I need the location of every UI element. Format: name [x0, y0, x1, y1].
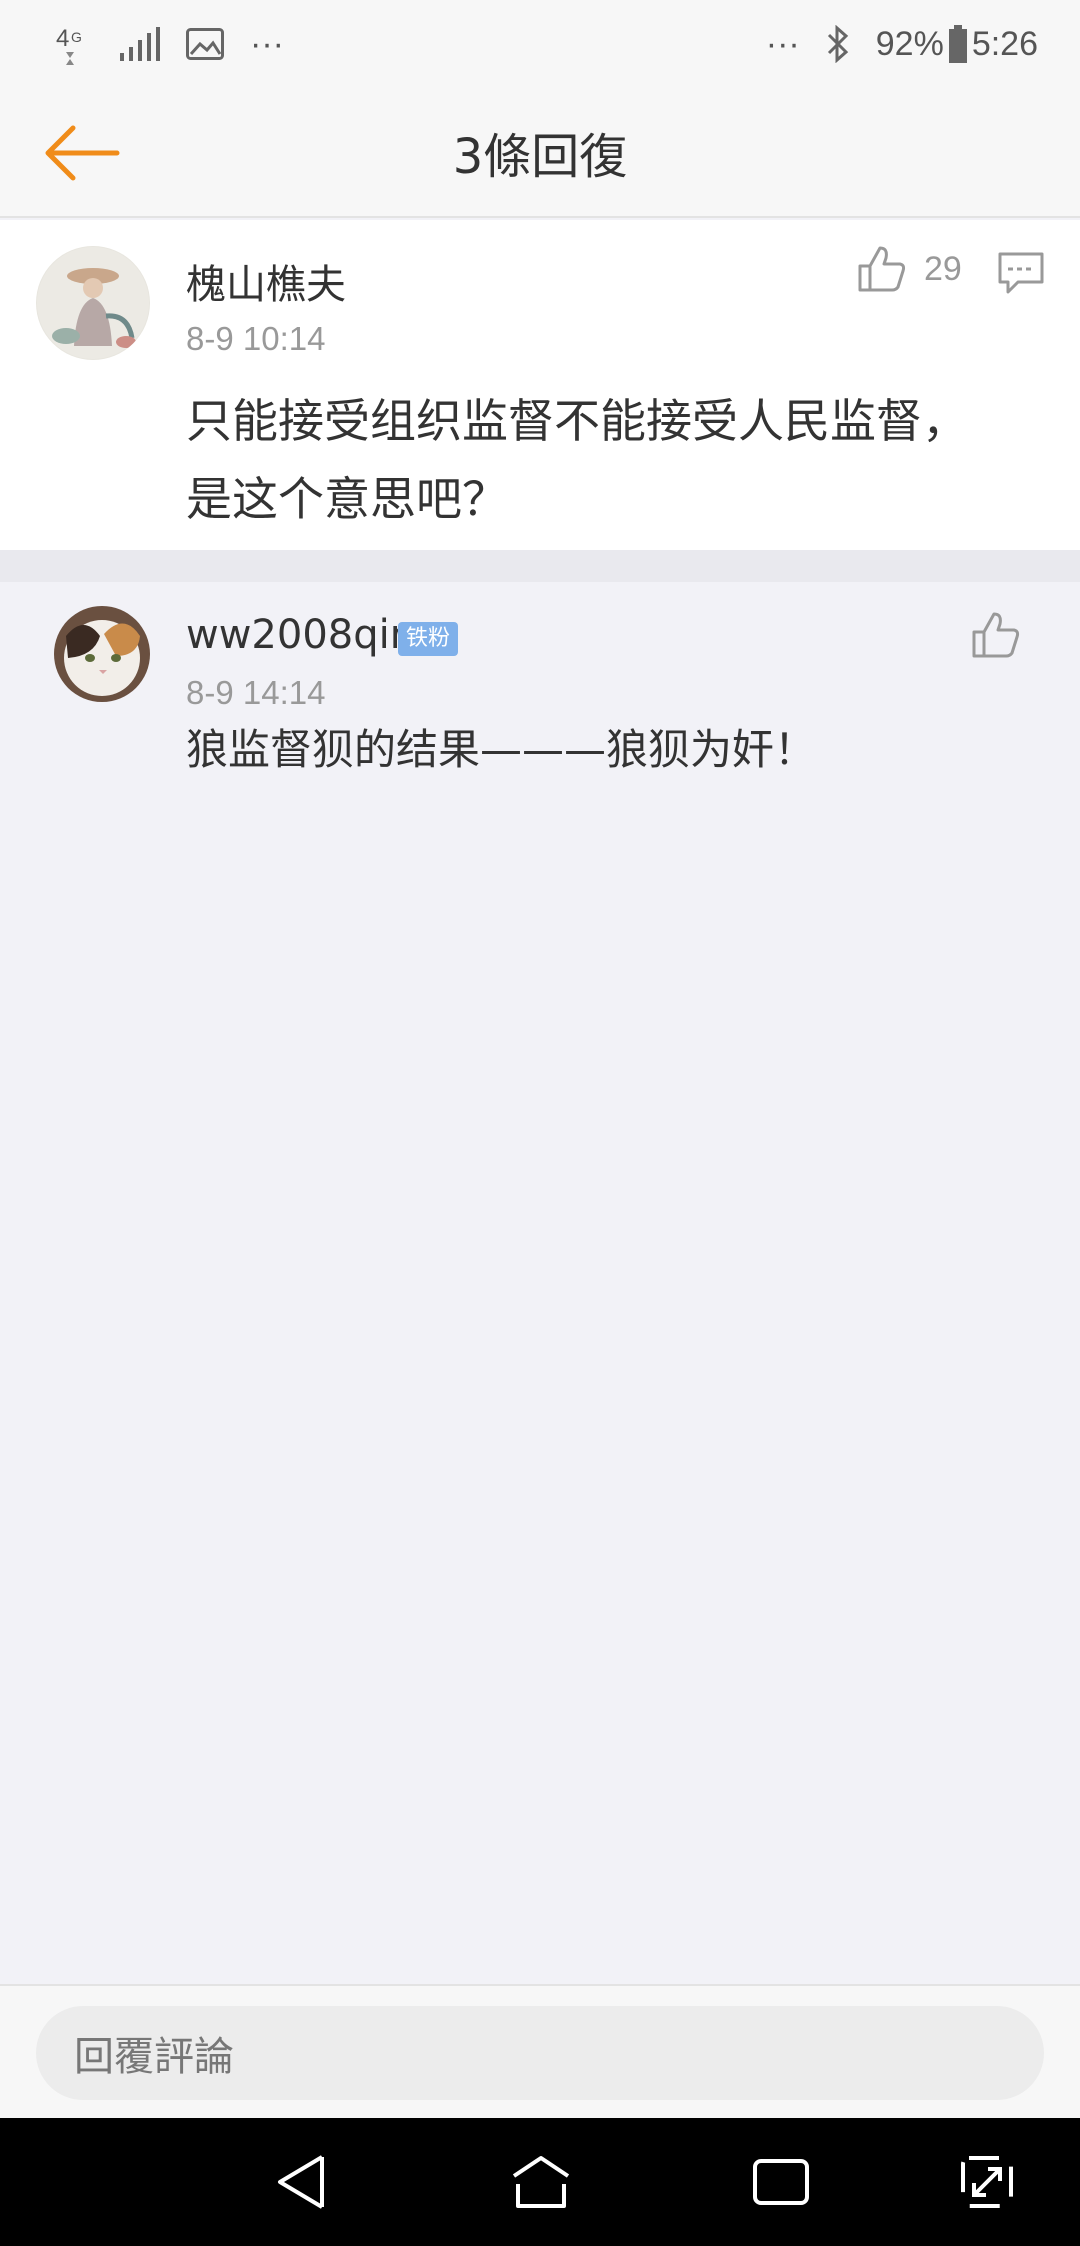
thumbs-up-icon [972, 612, 1020, 658]
more-right-indicator: ··· [765, 24, 800, 63]
svg-text:G: G [71, 29, 82, 45]
timestamp: 8-9 14:14 [186, 674, 326, 711]
bluetooth-icon [826, 25, 850, 63]
reply-button[interactable] [998, 252, 1044, 298]
section-divider [0, 550, 1080, 582]
expand-arrows-icon [961, 2156, 1013, 2208]
username[interactable]: ww2008qin [186, 612, 415, 658]
status-bar: 4 G ··· ··· 92% 5:26 [0, 0, 1080, 88]
thumbs-up-icon [858, 246, 906, 292]
system-nav-bar [0, 2118, 1080, 2246]
like-count: 29 [924, 249, 962, 288]
like-button[interactable]: 29 [858, 246, 962, 292]
comment-content: 只能接受组织监督不能接受人民监督， 是这个意思吧？ [186, 382, 1036, 538]
page-title: 3條回復 [452, 129, 628, 185]
comment-bubble-icon [998, 252, 1044, 294]
reply-item: ww2008qin 铁粉 8-9 14:14 狼监督狈的结果———狼狈为奸！ [0, 582, 1080, 817]
network-4g-icon: 4 G [56, 22, 94, 66]
home-icon [512, 2156, 570, 2208]
nav-back-button[interactable] [266, 2150, 336, 2214]
image-icon [186, 28, 224, 60]
signal-icon [120, 27, 160, 61]
timestamp: 8-9 10:14 [186, 320, 326, 357]
reply-bar: 回覆評論 [0, 1984, 1080, 2118]
page-header: 3條回復 [0, 88, 1080, 218]
avatar[interactable] [36, 246, 150, 360]
more-left-indicator: ··· [250, 24, 284, 63]
comment-line-2: 是这个意思吧？ [186, 472, 508, 526]
recents-icon [753, 2159, 809, 2205]
back-triangle-icon [278, 2155, 324, 2209]
main-comment: 槐山樵夫 8-9 10:14 29 只能接受组织监督不能接受人民监督， 是这个意… [0, 220, 1080, 550]
nav-home-button[interactable] [506, 2150, 576, 2214]
comment-line-1: 只能接受组织监督不能接受人民监督， [186, 394, 968, 448]
reply-content: 狼监督狈的结果———狼狈为奸！ [186, 725, 817, 774]
nav-expand-button[interactable] [952, 2150, 1022, 2214]
reply-input[interactable]: 回覆評論 [36, 2006, 1044, 2100]
battery-percentage: 92% [875, 24, 944, 63]
nav-recents-button[interactable] [746, 2150, 816, 2214]
username[interactable]: 槐山樵夫 [186, 252, 346, 310]
fan-badge: 铁粉 [398, 622, 459, 656]
avatar[interactable] [54, 606, 150, 702]
back-button[interactable] [40, 118, 124, 188]
like-button[interactable] [972, 612, 1020, 658]
battery-icon [948, 25, 968, 63]
svg-text:4: 4 [56, 25, 69, 52]
back-arrow-icon [45, 125, 120, 181]
clock: 5:26 [971, 24, 1038, 63]
